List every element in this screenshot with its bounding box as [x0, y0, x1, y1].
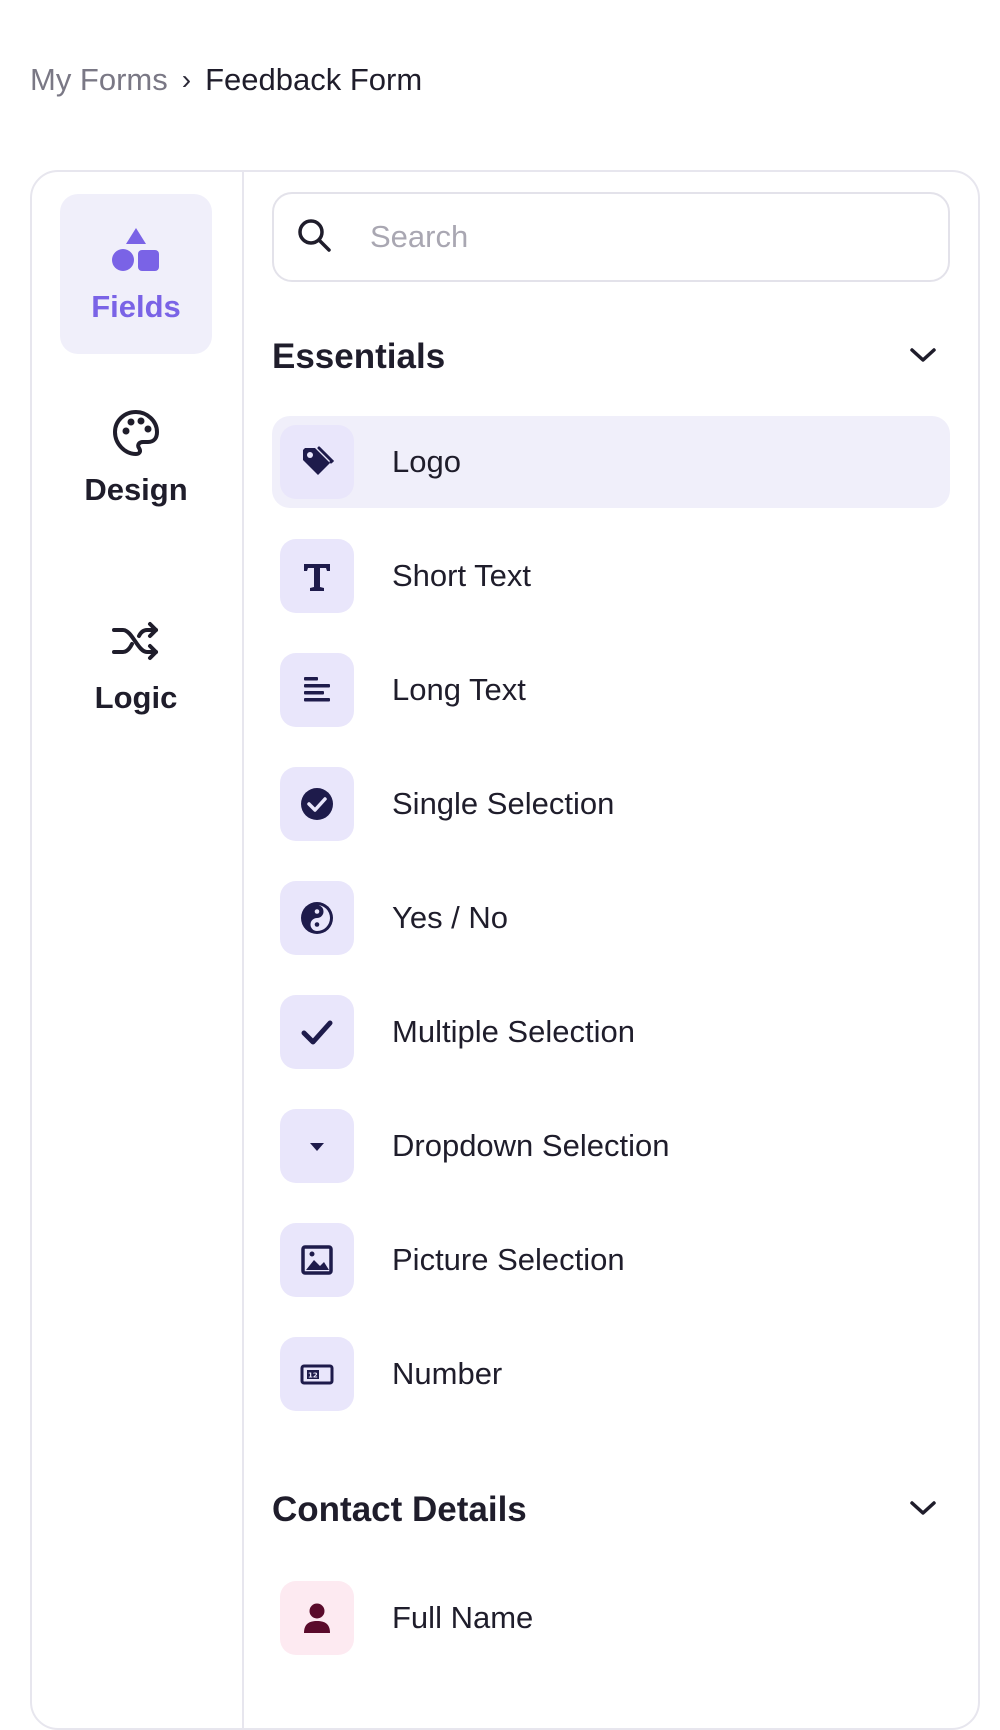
field-label: Logo	[392, 444, 461, 479]
field-item-single-selection[interactable]: Single Selection	[272, 758, 950, 850]
rail-label-logic: Logic	[94, 680, 178, 715]
field-label: Yes / No	[392, 900, 509, 935]
field-item-picture-selection[interactable]: Picture Selection	[272, 1214, 950, 1306]
rail-tab-logic[interactable]: Logic	[60, 585, 212, 745]
text-t-icon	[280, 539, 354, 613]
field-item-full-name[interactable]: Full Name	[272, 1572, 950, 1664]
shapes-icon	[109, 223, 163, 277]
palette-icon	[109, 406, 163, 460]
field-label: Multiple Selection	[392, 1014, 635, 1049]
fields-content: Essentials Logo	[244, 172, 978, 1728]
caret-down-icon	[280, 1109, 354, 1183]
field-item-dropdown-selection[interactable]: Dropdown Selection	[272, 1100, 950, 1192]
field-label: Full Name	[392, 1600, 534, 1635]
image-icon	[280, 1223, 354, 1297]
check-circle-icon	[280, 767, 354, 841]
field-item-logo[interactable]: Logo	[272, 416, 950, 508]
yin-yang-icon	[280, 881, 354, 955]
field-label: Short Text	[392, 558, 532, 593]
field-label: Number	[392, 1356, 503, 1391]
search-box	[272, 192, 950, 282]
rail-tab-design[interactable]: Design	[60, 377, 212, 537]
svg-text:12: 12	[308, 1372, 318, 1380]
field-label: Long Text	[392, 672, 526, 707]
field-label: Single Selection	[392, 786, 615, 821]
search-icon	[296, 217, 332, 258]
section-contact-header[interactable]: Contact Details	[272, 1487, 950, 1533]
paragraph-icon	[280, 653, 354, 727]
section-essentials-header[interactable]: Essentials	[272, 334, 950, 380]
section-title: Contact Details	[272, 1490, 527, 1529]
field-item-multiple-selection[interactable]: Multiple Selection	[272, 986, 950, 1078]
field-item-number[interactable]: 12 Number	[272, 1328, 950, 1420]
builder-panel: Fields Design Logic Search Essentials Lo…	[30, 170, 980, 1730]
field-label: Picture Selection	[392, 1242, 625, 1277]
rail-tab-fields[interactable]: Fields	[60, 194, 212, 354]
breadcrumb-my-forms-link[interactable]: My Forms	[30, 62, 168, 98]
rail-label-design: Design	[84, 472, 188, 507]
tag-icon	[280, 425, 354, 499]
number-icon: 12	[280, 1337, 354, 1411]
search-input[interactable]	[370, 219, 930, 255]
side-rail: Fields Design Logic	[32, 172, 244, 1728]
chevron-down-icon	[908, 1498, 938, 1523]
field-item-short-text[interactable]: Short Text	[272, 530, 950, 622]
field-item-long-text[interactable]: Long Text	[272, 644, 950, 736]
breadcrumb-current: Feedback Form	[205, 62, 423, 97]
rail-label-fields: Fields	[91, 289, 181, 324]
field-item-yes-no[interactable]: Yes / No	[272, 872, 950, 964]
breadcrumb: My Forms › Feedback Form	[30, 62, 422, 98]
chevron-down-icon	[908, 345, 938, 370]
breadcrumb-separator: ›	[181, 64, 192, 95]
shuffle-icon	[109, 614, 163, 668]
field-label: Dropdown Selection	[392, 1128, 670, 1163]
section-title: Essentials	[272, 337, 446, 376]
checkmark-icon	[280, 995, 354, 1069]
person-icon	[280, 1581, 354, 1655]
